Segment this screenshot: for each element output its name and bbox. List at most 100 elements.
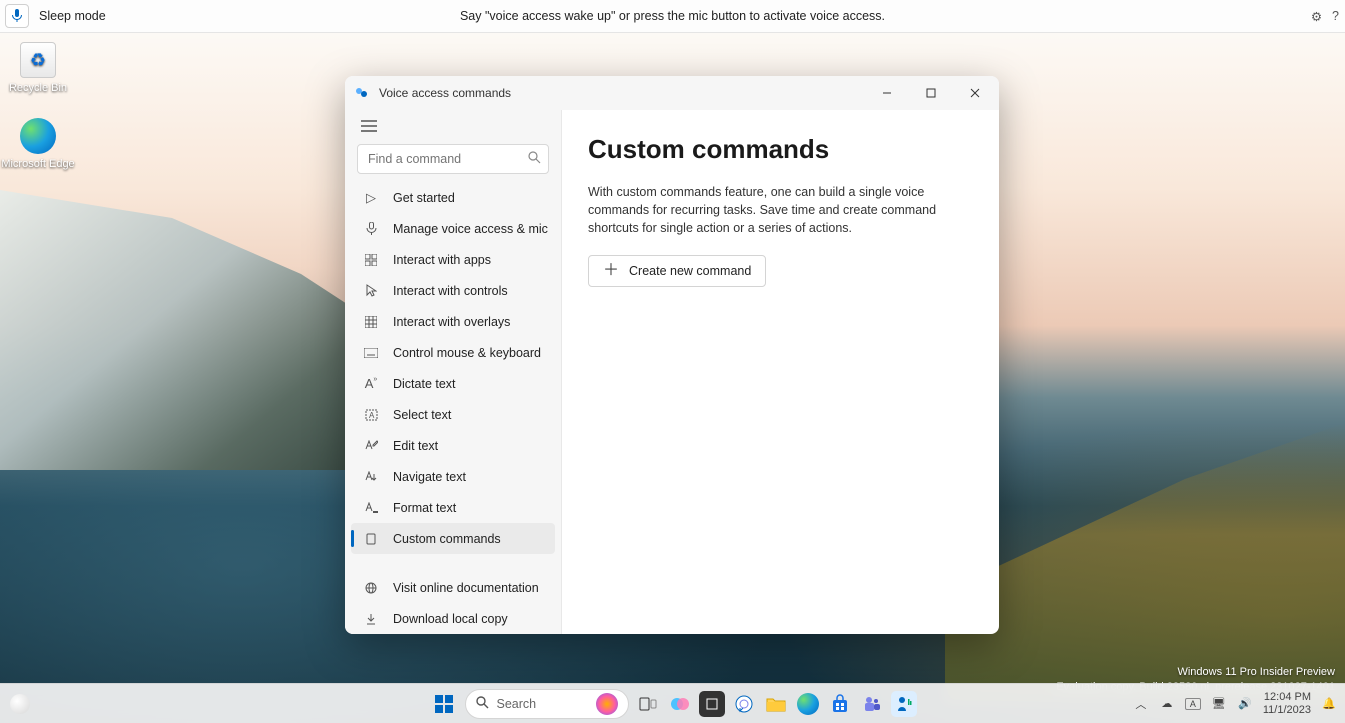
voice-access-bar: Sleep mode Say "voice access wake up" or… — [0, 0, 1345, 33]
search-icon[interactable] — [528, 151, 541, 167]
edge-icon — [20, 118, 56, 154]
weather-icon — [10, 694, 30, 714]
teams-icon — [862, 694, 882, 714]
taskbar-clock[interactable]: 12:04 PM 11/1/2023 — [1263, 691, 1311, 716]
play-icon: ▷ — [361, 190, 381, 206]
create-new-command-button[interactable]: ＋ Create new command — [588, 255, 766, 287]
search-field-wrap — [357, 144, 549, 174]
sidebar-item-interact-apps[interactable]: Interact with apps — [345, 244, 561, 275]
sidebar-item-download[interactable]: Download local copy — [345, 603, 561, 634]
sidebar-item-label: Custom commands — [393, 532, 501, 546]
select-text-icon: A — [361, 409, 381, 421]
clock-date: 11/1/2023 — [1263, 704, 1311, 717]
close-button[interactable] — [953, 76, 997, 110]
sidebar-item-label: Download local copy — [393, 612, 508, 626]
help-icon[interactable]: ? — [1332, 9, 1339, 24]
sidebar-item-edit-text[interactable]: Edit text — [345, 430, 561, 461]
sidebar-item-dictate[interactable]: A» Dictate text — [345, 368, 561, 399]
desktop-icon-label: Recycle Bin — [0, 82, 76, 94]
app-icon — [355, 85, 371, 101]
tray-chevron-up-icon[interactable]: ︿ — [1133, 696, 1149, 712]
sidebar-item-select-text[interactable]: A Select text — [345, 399, 561, 430]
taskbar-search-placeholder: Search — [497, 697, 537, 711]
sidebar-item-label: Edit text — [393, 439, 438, 453]
sidebar-item-custom-commands[interactable]: Custom commands — [351, 523, 555, 554]
tray-notifications-icon[interactable]: 🔔 — [1321, 697, 1337, 710]
navigate-icon — [361, 471, 381, 482]
settings-icon[interactable]: ⚙ — [1311, 9, 1322, 24]
page-description: With custom commands feature, one can bu… — [588, 183, 973, 237]
taskbar-app-chat[interactable] — [731, 691, 757, 717]
tray-language-icon[interactable]: A — [1185, 698, 1201, 710]
search-highlight-icon — [596, 693, 618, 715]
tray-onedrive-icon[interactable]: ☁ — [1159, 697, 1175, 710]
taskbar: Search ︿ ☁ A 🖥 🔊 12:04 PM 11/1/2023 🔔 — [0, 683, 1345, 723]
mic-toggle-button[interactable] — [5, 4, 29, 28]
voice-access-mode: Sleep mode — [39, 9, 106, 23]
sidebar-item-interact-controls[interactable]: Interact with controls — [345, 275, 561, 306]
window-title: Voice access commands — [379, 86, 511, 100]
sidebar-item-label: Visit online documentation — [393, 581, 539, 595]
start-button[interactable] — [429, 689, 459, 719]
tray-volume-icon[interactable]: 🔊 — [1237, 697, 1253, 710]
desktop-icon-edge[interactable]: Microsoft Edge — [0, 118, 76, 170]
keyboard-icon — [361, 348, 381, 358]
globe-icon — [361, 582, 381, 594]
sidebar-item-docs[interactable]: Visit online documentation — [345, 572, 561, 603]
desktop-icon-label: Microsoft Edge — [0, 158, 76, 170]
folder-icon — [766, 696, 786, 712]
sidebar-item-label: Interact with controls — [393, 284, 508, 298]
sidebar-item-label: Control mouse & keyboard — [393, 346, 541, 360]
sidebar-item-interact-overlays[interactable]: Interact with overlays — [345, 306, 561, 337]
cursor-icon — [361, 284, 381, 297]
sidebar-item-format-text[interactable]: Format text — [345, 492, 561, 523]
sidebar-item-label: Dictate text — [393, 377, 456, 391]
sidebar-item-label: Navigate text — [393, 470, 466, 484]
mic-icon — [361, 222, 381, 235]
desktop-icon-recycle-bin[interactable]: ♻ Recycle Bin — [0, 42, 76, 94]
download-icon — [361, 613, 381, 625]
hamburger-button[interactable] — [351, 114, 387, 138]
tray-network-icon[interactable]: 🖥 — [1211, 697, 1227, 710]
taskbar-app-copilot[interactable] — [667, 691, 693, 717]
dictate-icon: A» — [361, 376, 381, 391]
maximize-button[interactable] — [909, 76, 953, 110]
sidebar-item-label: Manage voice access & mic — [393, 222, 548, 236]
taskbar-app-store[interactable] — [827, 691, 853, 717]
taskbar-weather[interactable] — [10, 694, 30, 714]
grid-icon — [361, 316, 381, 328]
sidebar-item-navigate-text[interactable]: Navigate text — [345, 461, 561, 492]
watermark-line1: Windows 11 Pro Insider Preview — [1056, 665, 1335, 680]
plus-icon: ＋ — [603, 263, 619, 279]
main-content: Custom commands With custom commands fea… — [562, 110, 999, 634]
mic-icon — [11, 9, 23, 23]
voice-access-commands-window: Voice access commands ▷Get started Manag… — [345, 76, 999, 634]
task-view-button[interactable] — [635, 691, 661, 717]
create-button-label: Create new command — [629, 264, 751, 278]
sidebar-nav: ▷Get started Manage voice access & mic I… — [345, 182, 561, 634]
edit-icon — [361, 440, 381, 451]
taskbar-app-teams[interactable] — [859, 691, 885, 717]
format-icon — [361, 502, 381, 513]
minimize-button[interactable] — [865, 76, 909, 110]
window-titlebar[interactable]: Voice access commands — [345, 76, 999, 110]
sidebar-item-label: Interact with overlays — [393, 315, 510, 329]
sidebar-item-label: Select text — [393, 408, 451, 422]
sidebar-item-control-mouse[interactable]: Control mouse & keyboard — [345, 337, 561, 368]
custom-icon — [361, 533, 381, 545]
svg-text:A: A — [369, 411, 375, 420]
taskbar-app-widgets[interactable] — [699, 691, 725, 717]
taskbar-app-voice-access[interactable] — [891, 691, 917, 717]
taskbar-center: Search — [429, 689, 917, 719]
sidebar-item-get-started[interactable]: ▷Get started — [345, 182, 561, 213]
taskbar-app-explorer[interactable] — [763, 691, 789, 717]
copilot-icon — [670, 694, 690, 714]
chat-icon — [734, 694, 754, 714]
taskbar-search[interactable]: Search — [465, 689, 629, 719]
windows-icon — [434, 694, 454, 714]
recycle-bin-icon: ♻ — [20, 42, 56, 78]
taskbar-app-edge[interactable] — [795, 691, 821, 717]
search-input[interactable] — [357, 144, 549, 174]
store-icon — [830, 694, 850, 714]
sidebar-item-manage-mic[interactable]: Manage voice access & mic — [345, 213, 561, 244]
